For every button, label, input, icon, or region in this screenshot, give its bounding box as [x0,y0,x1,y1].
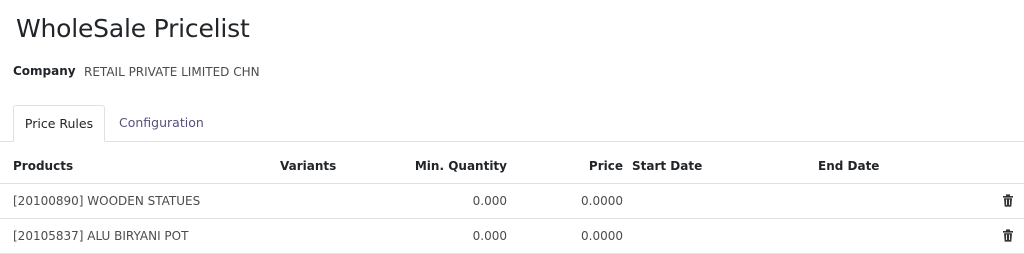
tab-bar: Price Rules Configuration [0,105,1024,142]
column-header-end-date[interactable]: End Date [818,159,879,173]
min-quantity-cell[interactable]: 0.000 [473,194,507,208]
company-value[interactable]: RETAIL PRIVATE LIMITED CHN [84,65,260,79]
column-header-variants[interactable]: Variants [280,159,336,173]
tab-configuration[interactable]: Configuration [105,105,218,141]
tab-price-rules[interactable]: Price Rules [13,105,105,142]
product-cell[interactable]: [20105837] ALU BIRYANI POT [13,229,188,243]
table-row[interactable]: [20105837] ALU BIRYANI POT 0.000 0.0000 [0,219,1024,254]
trash-icon[interactable] [1002,194,1014,207]
trash-icon[interactable] [1002,229,1014,242]
table-header: Products Variants Min. Quantity Price St… [0,148,1024,184]
column-header-min-quantity[interactable]: Min. Quantity [415,159,507,173]
price-cell[interactable]: 0.0000 [581,194,623,208]
column-header-price[interactable]: Price [589,159,623,173]
table-row[interactable]: [20100890] WOODEN STATUES 0.000 0.0000 [0,184,1024,219]
price-cell[interactable]: 0.0000 [581,229,623,243]
company-label: Company [13,64,76,78]
column-header-start-date[interactable]: Start Date [632,159,702,173]
product-cell[interactable]: [20100890] WOODEN STATUES [13,194,200,208]
min-quantity-cell[interactable]: 0.000 [473,229,507,243]
page-title: WholeSale Pricelist [16,14,250,43]
column-header-products[interactable]: Products [13,159,73,173]
